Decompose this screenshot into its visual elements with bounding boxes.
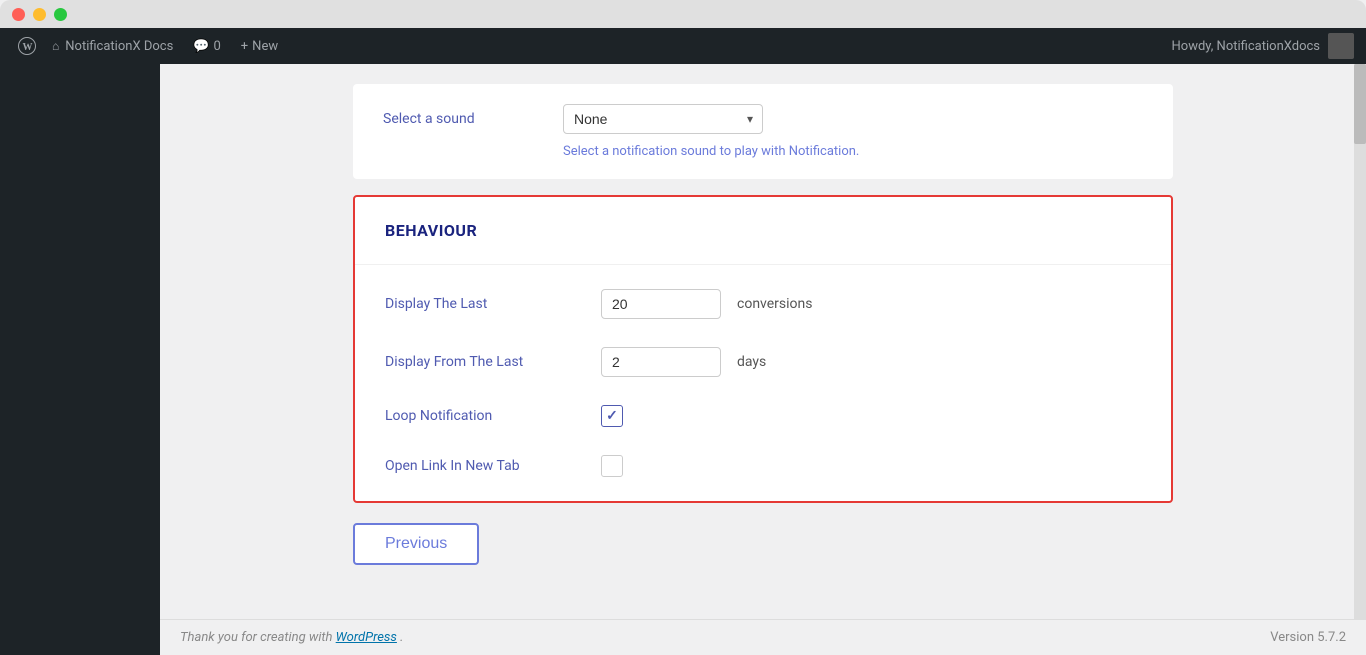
wp-admin-bar: W ⌂ NotificationX Docs 💬 0 + New Howdy, … — [0, 28, 1366, 64]
loop-notification-row: Loop Notification — [385, 405, 1141, 427]
admin-site-name[interactable]: ⌂ NotificationX Docs — [42, 28, 183, 64]
loop-notification-checkbox[interactable] — [601, 405, 623, 427]
comment-icon: 💬 — [193, 39, 209, 54]
site-name-label: NotificationX Docs — [65, 39, 173, 54]
scrollbar-thumb[interactable] — [1354, 64, 1366, 144]
display-from-the-last-unit: days — [737, 354, 766, 370]
sound-form-row: Select a sound None Ding Bell Chime ▾ — [383, 104, 1143, 134]
main-content: Select a sound None Ding Bell Chime ▾ Se… — [160, 64, 1366, 655]
sound-select[interactable]: None Ding Bell Chime — [563, 104, 763, 134]
layout: Select a sound None Ding Bell Chime ▾ Se… — [0, 64, 1366, 655]
sound-select-wrapper: None Ding Bell Chime ▾ — [563, 104, 763, 134]
display-from-the-last-input[interactable] — [601, 347, 721, 377]
behaviour-title: BEHAVIOUR — [385, 221, 1141, 240]
sound-section: Select a sound None Ding Bell Chime ▾ Se… — [353, 84, 1173, 179]
sound-label: Select a sound — [383, 111, 543, 127]
admin-comments[interactable]: 💬 0 — [183, 28, 231, 64]
display-the-last-input[interactable] — [601, 289, 721, 319]
sidebar — [0, 64, 160, 655]
admin-howdy: Howdy, NotificationXdocs — [1172, 33, 1354, 59]
section-divider — [355, 264, 1171, 265]
behaviour-section: BEHAVIOUR Display The Last conversions D… — [353, 195, 1173, 503]
open-link-new-tab-checkbox[interactable] — [601, 455, 623, 477]
open-link-new-tab-label: Open Link In New Tab — [385, 458, 585, 474]
howdy-text: Howdy, NotificationXdocs — [1172, 39, 1320, 54]
comments-count: 0 — [213, 39, 220, 54]
wp-footer: Thank you for creating with WordPress . … — [160, 619, 1366, 655]
display-the-last-unit: conversions — [737, 296, 812, 312]
wordpress-link[interactable]: WordPress — [336, 630, 397, 645]
display-the-last-row: Display The Last conversions — [385, 289, 1141, 319]
wp-logo-icon[interactable]: W — [12, 28, 42, 64]
loop-notification-label: Loop Notification — [385, 408, 585, 424]
admin-new[interactable]: + New — [231, 28, 288, 64]
footer-thank-you: Thank you for creating with — [180, 630, 336, 645]
new-label: New — [252, 39, 278, 54]
button-row: Previous — [353, 523, 1173, 565]
footer-version: Version 5.7.2 — [1270, 630, 1346, 645]
display-from-the-last-label: Display From The Last — [385, 354, 585, 370]
user-avatar — [1328, 33, 1354, 59]
sound-hint: Select a notification sound to play with… — [563, 144, 1143, 159]
mac-close-btn[interactable] — [12, 8, 25, 21]
footer-left: Thank you for creating with WordPress . — [180, 630, 403, 645]
mac-chrome — [0, 0, 1366, 28]
previous-button[interactable]: Previous — [353, 523, 479, 565]
svg-text:W: W — [23, 42, 33, 53]
mac-minimize-btn[interactable] — [33, 8, 46, 21]
scrollbar-track[interactable] — [1354, 64, 1366, 655]
plus-icon: + — [241, 39, 248, 54]
display-from-the-last-row: Display From The Last days — [385, 347, 1141, 377]
footer-suffix: . — [400, 630, 403, 645]
display-the-last-label: Display The Last — [385, 296, 585, 312]
house-icon: ⌂ — [52, 39, 59, 53]
mac-maximize-btn[interactable] — [54, 8, 67, 21]
open-link-new-tab-row: Open Link In New Tab — [385, 455, 1141, 477]
